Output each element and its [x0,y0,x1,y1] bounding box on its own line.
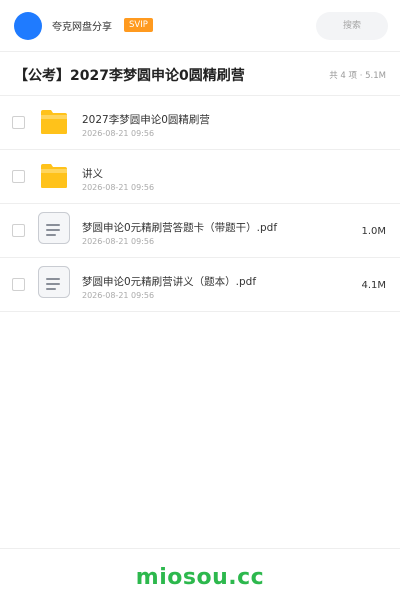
footer-brand[interactable]: miosou.cc [136,565,264,590]
header: 夸克网盘分享 SVIP 搜索 [0,0,400,52]
folder-icon [38,162,70,192]
file-date: 2026-08-21 09:56 [82,129,155,138]
file-checkbox[interactable] [12,116,25,129]
page-title: 【公考】2027李梦圆申论0圆精刷营 [14,68,245,84]
file-list: 2027李梦圆申论0圆精刷营 2026-08-21 09:56 讲义 2026-… [0,96,400,312]
file-size: 1.0M [361,226,386,237]
avatar[interactable] [14,12,42,40]
file-date: 2026-08-21 09:56 [82,291,155,300]
document-icon [38,266,70,300]
file-name[interactable]: 梦圆申论0元精刷营讲义（题本）.pdf [82,274,256,289]
file-summary: 共 4 项 · 5.1M [329,71,386,81]
search-input[interactable]: 搜索 [316,12,388,40]
file-checkbox[interactable] [12,170,25,183]
svip-badge: SVIP [124,18,153,32]
file-name[interactable]: 梦圆申论0元精刷营答题卡（带题干）.pdf [82,220,277,235]
brand-name: 夸克网盘分享 [52,22,112,33]
file-checkbox[interactable] [12,224,25,237]
share-page: 夸克网盘分享 SVIP 搜索 【公考】2027李梦圆申论0圆精刷营 共 4 项 … [0,0,400,600]
file-checkbox[interactable] [12,278,25,291]
file-name[interactable]: 讲义 [82,166,103,181]
file-date: 2026-08-21 09:56 [82,237,155,246]
file-name[interactable]: 2027李梦圆申论0圆精刷营 [82,112,210,127]
title-bar: 【公考】2027李梦圆申论0圆精刷营 共 4 项 · 5.1M [0,52,400,96]
file-row-1[interactable]: 讲义 2026-08-21 09:56 [0,150,400,204]
footer: miosou.cc [0,548,400,600]
folder-icon [38,108,70,138]
file-row-3[interactable]: 梦圆申论0元精刷营讲义（题本）.pdf 2026-08-21 09:56 4.1… [0,258,400,312]
file-date: 2026-08-21 09:56 [82,183,155,192]
file-size: 4.1M [361,280,386,291]
document-icon [38,212,70,246]
file-row-2[interactable]: 梦圆申论0元精刷营答题卡（带题干）.pdf 2026-08-21 09:56 1… [0,204,400,258]
file-row-0[interactable]: 2027李梦圆申论0圆精刷营 2026-08-21 09:56 [0,96,400,150]
